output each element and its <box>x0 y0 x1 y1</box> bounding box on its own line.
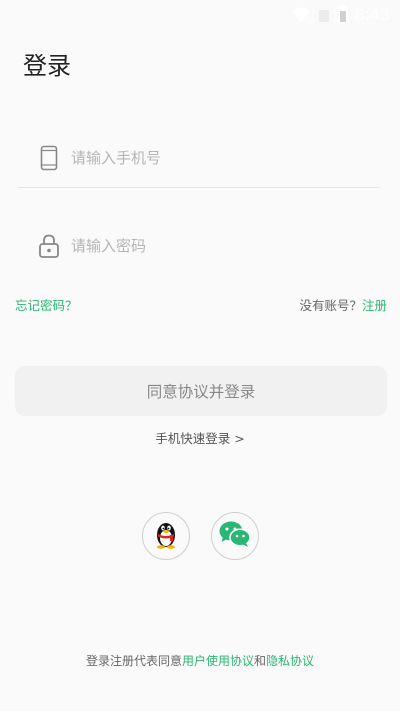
status-icons: 8:43 <box>291 4 390 26</box>
forgot-password-link[interactable]: 忘记密码？ <box>15 295 78 314</box>
status-bar: 8:43 <box>0 0 400 30</box>
wifi-icon <box>291 7 311 23</box>
qq-penguin-icon <box>153 519 179 553</box>
phone-icon <box>38 144 60 172</box>
qq-login-button[interactable] <box>142 512 190 560</box>
auth-links-row: 忘记密码？ 没有账号？注册 <box>15 295 387 314</box>
agree-and-login-button[interactable]: 同意协议并登录 <box>15 366 387 416</box>
agreement-text: 登录注册代表同意用户使用协议和隐私协议 <box>0 652 400 669</box>
password-input[interactable] <box>71 237 351 255</box>
privacy-policy-link[interactable]: 隐私协议 <box>266 654 314 668</box>
phone-field-row <box>18 128 380 188</box>
phone-input[interactable] <box>71 148 351 167</box>
phone-quick-login-link[interactable]: 手机快速登录 > <box>0 428 400 447</box>
agreement-prefix: 登录注册代表同意 <box>85 654 182 668</box>
wechat-login-button[interactable] <box>211 512 259 560</box>
battery-icon <box>337 5 349 25</box>
password-field-row <box>18 216 380 276</box>
signal-icon <box>317 7 331 23</box>
register-prompt: 没有账号？注册 <box>299 295 387 314</box>
wechat-icon <box>218 520 252 552</box>
status-time: 8:43 <box>354 5 390 24</box>
user-agreement-link[interactable]: 用户使用协议 <box>182 654 254 668</box>
register-link[interactable]: 注册 <box>362 298 387 313</box>
login-screen: 8:43 登录 忘记密码？ 没有账号？注册 <box>0 0 400 711</box>
lock-icon <box>38 232 60 260</box>
agreement-and: 和 <box>254 654 267 668</box>
page-title: 登录 <box>23 52 71 80</box>
no-account-text: 没有账号？ <box>299 298 362 313</box>
